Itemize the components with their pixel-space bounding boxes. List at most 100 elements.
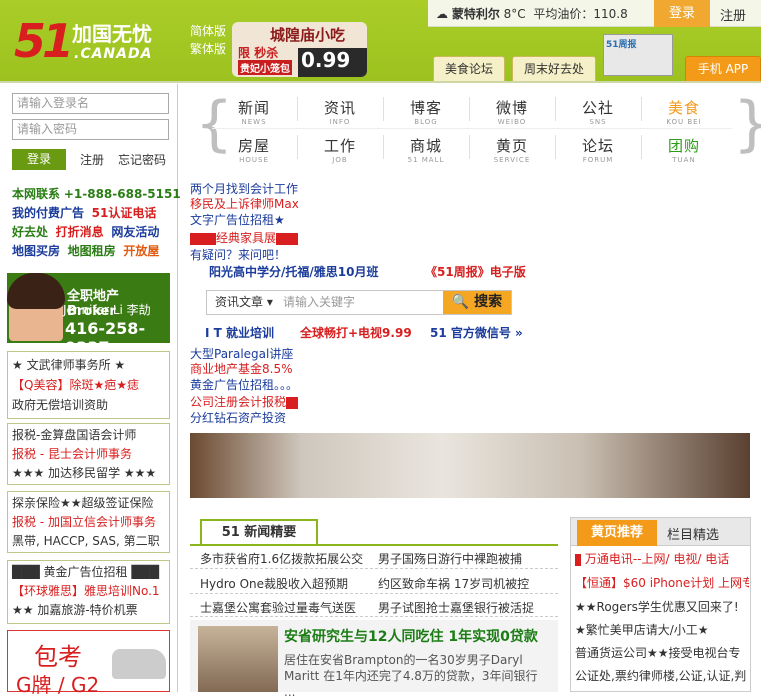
nav-job[interactable]: 工作 JOB [307,135,373,164]
nav-news[interactable]: 新闻 NEWS [221,97,287,126]
lang-simplified-link[interactable]: 简体版 [190,22,226,40]
my-ads-link[interactable]: 我的付费广告 [12,206,84,220]
ad-item[interactable]: 【环球雅思】雅思培训No.1 [12,583,160,600]
header-divider [0,81,761,83]
nav-food[interactable]: 美食 KOU BEI [651,97,717,126]
nav-sns[interactable]: 公社 SNS [565,97,631,126]
yp-item[interactable]: ★★Rogers学生优惠又回来了! [575,598,749,615]
nav-blog[interactable]: 博客 BLOG [393,97,459,126]
nav-forum[interactable]: 论坛 FORUM [565,135,631,164]
site-logo[interactable]: 51 加国无忧 .CANADA [14,14,179,68]
nav-right-bracket: } [733,91,761,165]
ad-item[interactable]: ★ 文武律师事务所 ★ [12,357,125,374]
text-ad-link[interactable]: 分红钻石资产投资 [190,410,286,426]
register-link[interactable]: 注册 [80,151,104,168]
banner-item: 贵妃小笼包 [238,60,292,75]
ad-item[interactable]: ★★★ 加达移民留学 ★★★ [12,465,156,482]
ad-item[interactable]: 探亲保险★★超级签证保险 [12,495,154,512]
text-ad-link[interactable]: 有疑问？来问吧！ [190,247,286,263]
top-status-bar: ☁ 蒙特利尔 8°C 平均油价：110.8 登录 注册 [428,0,761,27]
search-icon: 🔍 [451,294,470,310]
top-login-button[interactable]: 登录 [654,0,710,27]
ad-item[interactable]: ███ 黄金广告位招租 ███ [12,564,159,581]
text-ad-link[interactable]: 商业地产基金8.5% [190,361,293,377]
map-rent-link[interactable]: 地图租房 [68,244,116,258]
nav-yellowpages[interactable]: 黄页 SERVICE [479,135,545,164]
activity-link[interactable]: 网友活动 [111,225,159,239]
lang-traditional-link[interactable]: 繁体版 [190,40,226,58]
discount-link[interactable]: 打折消息 [56,225,104,239]
oil-value: 110.8 [593,7,628,21]
nav-tuan[interactable]: 团购 TUAN [651,135,717,164]
feature-title[interactable]: 安省研究生与12人同吃住 1年实现0贷款 [284,626,538,646]
password-input[interactable]: 请输入密码 [12,119,169,140]
good-place-link[interactable]: 好去处 [12,225,48,239]
username-input[interactable]: 请输入登录名 [12,93,169,114]
news-headline[interactable]: 约区致命车祸 17岁司机被控 [378,575,529,592]
car-image [112,649,166,679]
language-switch: 简体版 繁体版 [190,22,226,58]
news-headline[interactable]: 男子试图抢士嘉堡银行被活捉 [378,599,534,616]
text-ad-link[interactable]: 移民及上诉律师Max [190,196,299,212]
weekly-link[interactable]: 《51周报》电子版 [425,264,526,280]
yp-item[interactable]: ★繁忙美甲店请大/小工★ [575,621,749,638]
ad-item[interactable]: ★★ 加嘉旅游-特价机票 [12,602,138,619]
text-ad-link[interactable]: 两个月找到会计工作 [190,181,298,197]
nav-weibo[interactable]: 微博 WEIBO [479,97,545,126]
news-tab[interactable]: 51 新闻精要 [200,519,318,545]
tab-weekend[interactable]: 周末好去处 [512,56,596,81]
news-headline[interactable]: 男子国殇日游行中裸跑被捕 [378,550,522,567]
yp-item[interactable]: 普通货运公司★★接受电视台专 [575,644,749,661]
global-call-link[interactable]: 全球畅打+电视9.99 [300,325,412,341]
quick-links-3: 地图买房 地图租房 开放屋 [12,243,159,260]
ad-item[interactable]: 黑带, HACCP, SAS, 第二职 [12,533,160,550]
driving-school-ad[interactable]: 包考 G牌 / G2 [7,630,170,697]
search-button[interactable]: 🔍 搜索 [443,291,511,314]
tab-yp-recommend[interactable]: 黄页推荐 [577,520,657,546]
text-ad-link[interactable]: 文字广告位招租★ [190,212,285,228]
ad-item[interactable]: 报税-金算盘国语会计师 [12,427,136,444]
feature-desc: 居住在安省Brampton的一名30岁男子Daryl Maritt 在1年内还完… [284,653,538,699]
search-input[interactable]: 请输入关键字 [279,291,445,314]
realtor-ad[interactable]: 全职地产 Broker Jennifer Li 李劼 416-258-9337 [7,273,170,343]
login-button[interactable]: 登录 [12,149,66,170]
yp-item[interactable]: 公证处,票约律师楼,公证,认证,判 [575,667,749,684]
text-ad-link[interactable]: 大型Paralegal讲座 [190,346,293,362]
forgot-password-link[interactable]: 忘记密码 [118,151,166,168]
ad-item[interactable]: 报税 - 加国立信会计师事务 [12,514,156,531]
nav-house[interactable]: 房屋 HOUSE [221,135,287,164]
ad-item[interactable]: 政府无偿培训资助 [12,397,108,414]
quick-links-1: 我的付费广告 51认证电话 [12,205,156,222]
yp-item[interactable]: 【恒通】$60 iPhone计划 上网专 [575,574,749,591]
wechat-link[interactable]: 51 官方微信号 » [430,325,523,341]
top-register-link[interactable]: 注册 [720,5,746,24]
school-link[interactable]: 阳光高中学分/托福/雅思10月班 [209,264,378,280]
chevron-down-icon: ▾ [266,295,273,309]
tab-mobile-app[interactable]: 手机 APP [685,56,761,81]
map-buy-link[interactable]: 地图买房 [12,244,60,258]
weather-cloud-icon: ☁ [436,7,448,21]
search-type-select[interactable]: 资讯文章 ▾ [207,291,277,314]
text-ad-link-highlight[interactable]: 经典家具展 [190,230,299,246]
ad-item[interactable]: 【Q美容】除斑★疤★痣 [12,377,139,394]
nav-mall[interactable]: 商城 51 MALL [393,135,459,164]
oil-label: 平均油价： [533,7,594,21]
feature-story[interactable]: 安省研究生与12人同吃住 1年实现0贷款 居住在安省Brampton的一名30岁… [190,620,558,699]
furniture-banner-image[interactable] [190,433,750,498]
tab-yp-featured[interactable]: 栏目精选 [667,524,719,543]
cert-phone-link[interactable]: 51认证电话 [92,206,157,220]
open-house-link[interactable]: 开放屋 [123,244,159,258]
ad-item[interactable]: 报税 - 昆士会计师事务 [12,446,132,463]
yp-item[interactable]: 万通电讯--上网/ 电视/ 电话 [575,550,749,567]
tab-food-forum[interactable]: 美食论坛 [433,56,505,81]
news-headline[interactable]: Hydro One裁股收入超预期 [200,575,348,592]
weekly-paper-thumbnail[interactable]: 51周报 [603,34,673,76]
news-headline[interactable]: 多市获省府1.6亿拨款拓展公交 [200,550,363,567]
it-training-link[interactable]: I T 就业培训 [205,325,274,341]
header-promo-banner[interactable]: 城隍庙小吃 限 秒杀 贵妃小笼包 0.99元 [232,22,367,77]
nav-info[interactable]: 资讯 INFO [307,97,373,126]
text-ad-link-highlight[interactable]: 公司注册会计报税 [190,394,299,410]
weather-info: ☁ 蒙特利尔 8°C 平均油价：110.8 [436,5,628,22]
news-headline[interactable]: 士嘉堡公寓套验过量毒气送医 [200,599,356,616]
text-ad-link[interactable]: 黄金广告位招租。。。 [190,377,298,393]
